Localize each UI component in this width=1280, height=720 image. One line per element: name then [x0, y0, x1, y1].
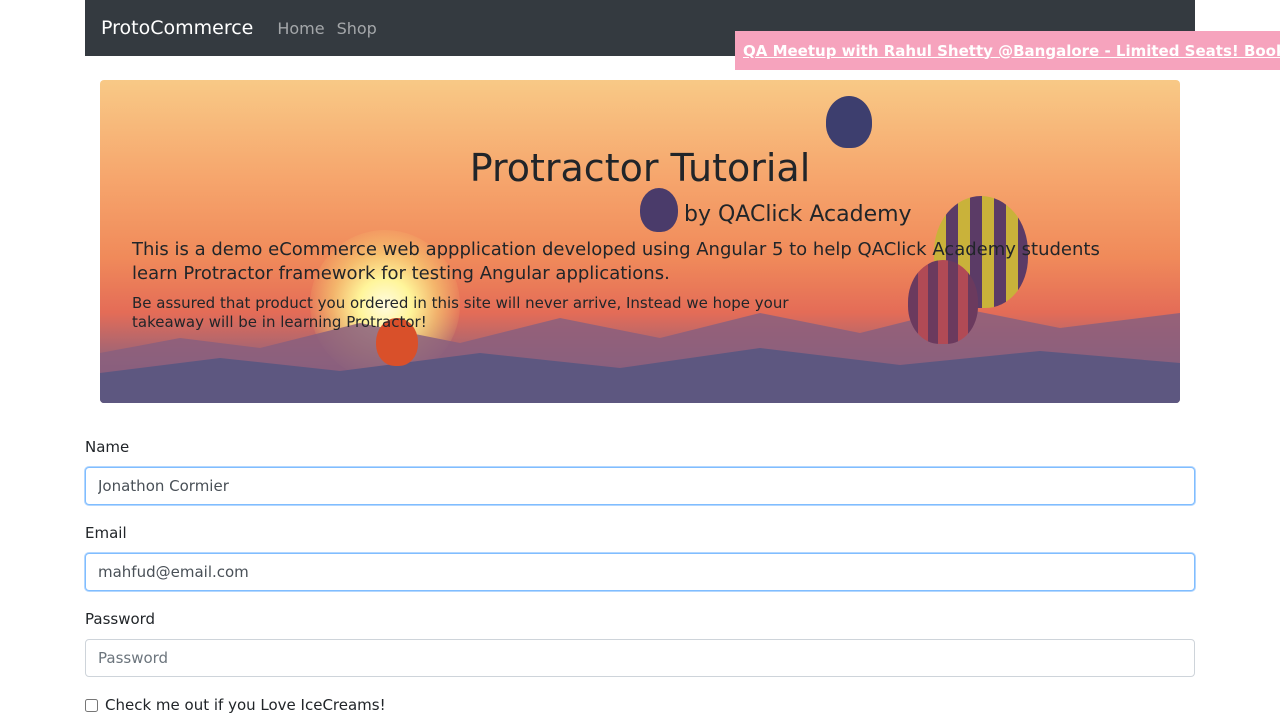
balloon-decoration: [826, 96, 872, 148]
nav-shop-link[interactable]: Shop: [337, 19, 377, 38]
hero-subtitle: by QAClick Academy: [684, 202, 912, 227]
promo-link[interactable]: QA Meetup with Rahul Shetty @Bangalore -…: [743, 42, 1280, 60]
icecream-checkbox-label[interactable]: Check me out if you Love IceCreams!: [105, 696, 386, 714]
hero-title: Protractor Tutorial: [469, 146, 811, 190]
balloon-decoration: [640, 188, 678, 232]
email-input[interactable]: [85, 553, 1195, 591]
hero-small-text: Be assured that product you ordered in t…: [132, 294, 789, 331]
icecream-checkbox-row: Check me out if you Love IceCreams!: [85, 696, 386, 714]
hero-jumbotron: Protractor Tutorial by QAClick Academy T…: [100, 80, 1180, 403]
icecream-checkbox[interactable]: [85, 698, 98, 712]
name-label: Name: [85, 438, 130, 456]
email-label: Email: [85, 524, 127, 542]
brand-link[interactable]: ProtoCommerce: [101, 17, 253, 39]
nav-home-link[interactable]: Home: [277, 19, 324, 38]
password-label: Password: [85, 610, 156, 628]
hero-lead-text: This is a demo eCommerce web appplicatio…: [132, 239, 1100, 284]
promo-banner: QA Meetup with Rahul Shetty @Bangalore -…: [735, 31, 1280, 70]
password-input[interactable]: [85, 639, 1195, 677]
name-input[interactable]: [85, 467, 1195, 505]
